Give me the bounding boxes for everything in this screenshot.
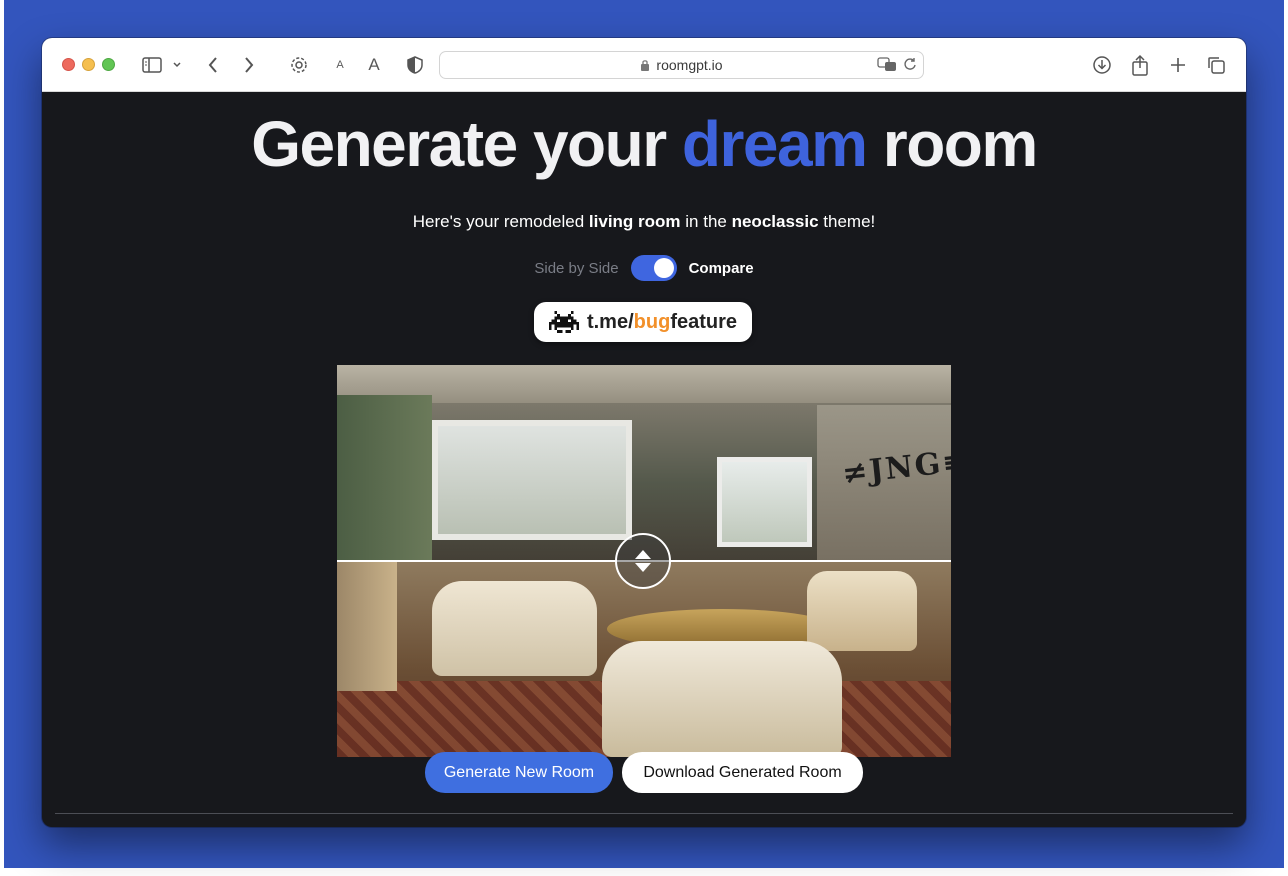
footer-divider bbox=[55, 813, 1233, 814]
text-larger-icon[interactable]: A bbox=[364, 53, 384, 77]
new-tab-icon[interactable] bbox=[1166, 53, 1190, 77]
watermark-text: t.me/bugfeature bbox=[587, 311, 737, 334]
privacy-shield-icon[interactable] bbox=[404, 53, 426, 77]
generated-room-image bbox=[337, 561, 951, 757]
view-mode-toggle: Side by Side Compare bbox=[42, 255, 1246, 281]
chevron-down-icon[interactable] bbox=[170, 53, 184, 77]
download-generated-room-button[interactable]: Download Generated Room bbox=[622, 752, 863, 793]
url-text: roomgpt.io bbox=[656, 57, 723, 73]
tab-overview-icon[interactable] bbox=[1204, 53, 1228, 77]
watermark-badge: t.me/bugfeature bbox=[534, 302, 752, 342]
arrow-down-icon bbox=[635, 563, 651, 572]
zoom-window-button[interactable] bbox=[102, 58, 115, 71]
forward-icon[interactable] bbox=[238, 53, 260, 77]
subtitle-text-3: theme! bbox=[818, 212, 876, 231]
page-title: Generate your dream room bbox=[42, 112, 1246, 176]
theme-name: neoclassic bbox=[731, 212, 819, 231]
space-invader-icon bbox=[548, 310, 579, 334]
compare-switch[interactable] bbox=[630, 255, 677, 281]
text-smaller-icon[interactable]: A bbox=[332, 53, 348, 77]
watermark-prefix: t.me/ bbox=[586, 310, 634, 333]
gear-icon[interactable] bbox=[287, 53, 311, 77]
title-part-2: room bbox=[866, 108, 1039, 180]
compare-slider-handle[interactable] bbox=[615, 533, 671, 589]
download-icon[interactable] bbox=[1090, 53, 1114, 77]
result-subtitle: Here's your remodeled living room in the… bbox=[42, 212, 1246, 232]
compare-label[interactable]: Compare bbox=[689, 260, 754, 277]
switch-knob bbox=[653, 258, 674, 278]
page-content: Generate your dream room Here's your rem… bbox=[42, 92, 1246, 827]
before-after-compare[interactable]: ≠JNG≡ bbox=[337, 365, 951, 757]
browser-toolbar: A A roomgpt.io bbox=[42, 38, 1246, 92]
close-window-button[interactable] bbox=[62, 58, 75, 71]
sidebar-icon[interactable] bbox=[140, 53, 164, 77]
lock-icon bbox=[640, 59, 650, 71]
title-accent: dream bbox=[681, 108, 868, 180]
address-bar[interactable]: roomgpt.io bbox=[439, 51, 924, 79]
title-part-1: Generate your bbox=[251, 108, 682, 180]
share-icon[interactable] bbox=[1128, 53, 1152, 77]
watermark-highlight: bug bbox=[633, 310, 671, 333]
watermark-suffix: feature bbox=[670, 310, 738, 333]
side-by-side-label[interactable]: Side by Side bbox=[534, 260, 618, 277]
minimize-window-button[interactable] bbox=[82, 58, 95, 71]
arrow-up-icon bbox=[635, 550, 651, 559]
original-room-image: ≠JNG≡ bbox=[337, 365, 951, 561]
reload-icon[interactable] bbox=[903, 57, 917, 74]
room-type: living room bbox=[588, 212, 681, 231]
translate-icon[interactable] bbox=[877, 56, 897, 75]
generate-new-room-button[interactable]: Generate New Room bbox=[425, 752, 613, 793]
back-icon[interactable] bbox=[202, 53, 224, 77]
browser-window: A A roomgpt.io Generate your dream room … bbox=[42, 38, 1246, 827]
subtitle-text-2: in the bbox=[680, 212, 732, 231]
subtitle-text-1: Here's your remodeled bbox=[412, 212, 589, 231]
